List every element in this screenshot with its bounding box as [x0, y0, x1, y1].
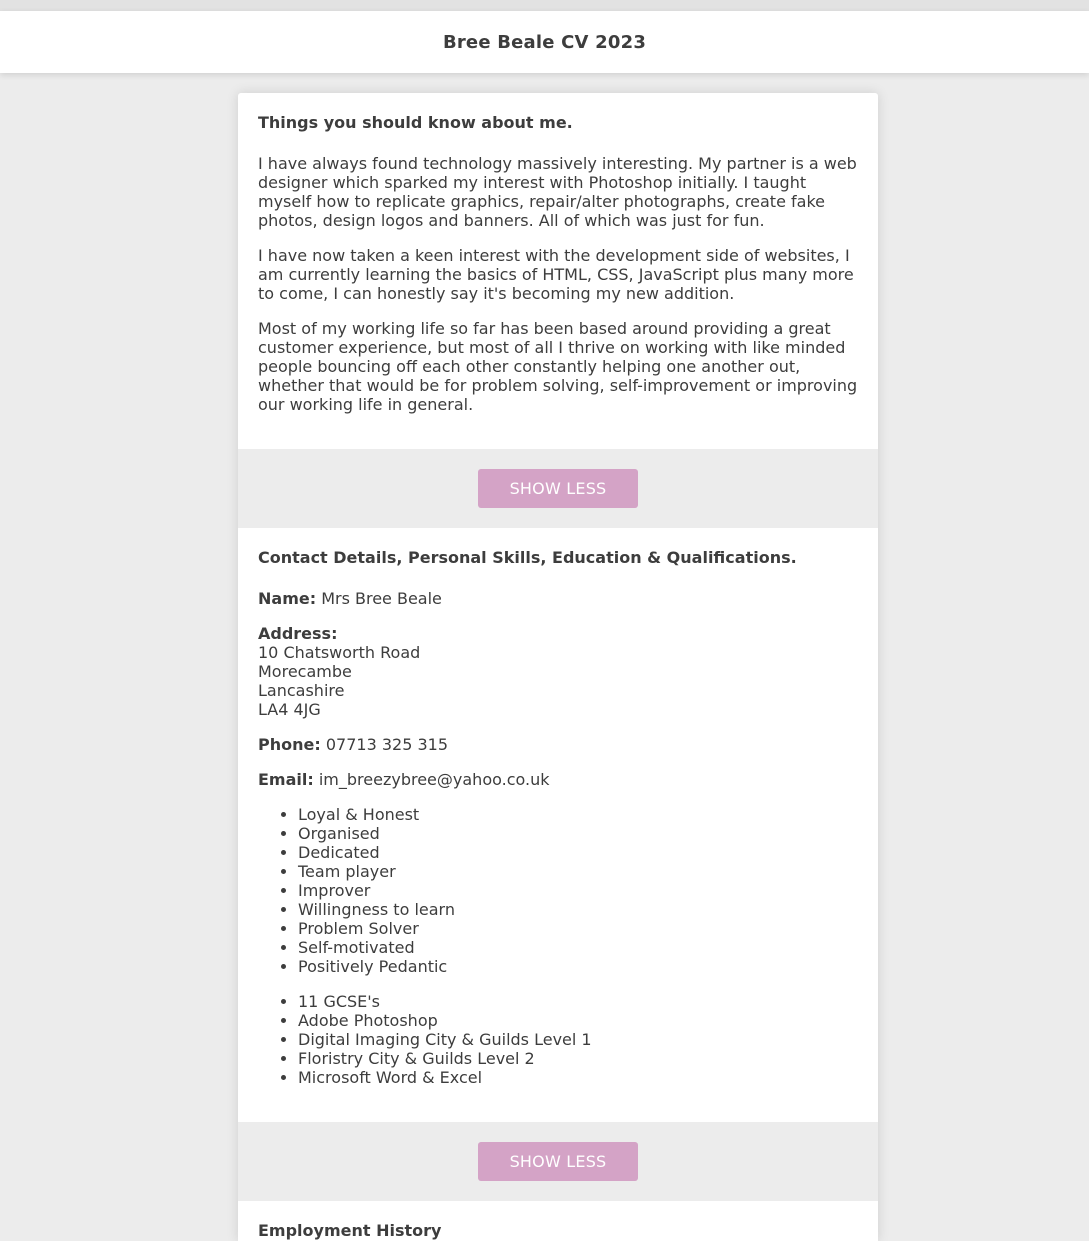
- about-heading: Things you should know about me.: [258, 113, 573, 132]
- address-line: Morecambe: [258, 662, 352, 681]
- email-label: Email:: [258, 770, 314, 789]
- qualification-item: Microsoft Word & Excel: [298, 1068, 858, 1087]
- email-value: im_breezybree@yahoo.co.uk: [318, 770, 550, 789]
- address-line: LA4 4JG: [258, 700, 321, 719]
- name-label: Name:: [258, 589, 317, 608]
- qualification-item: Floristry City & Guilds Level 2: [298, 1049, 858, 1068]
- email-row: Email: im_breezybree@yahoo.co.uk: [258, 770, 858, 789]
- contact-card: Contact Details, Personal Skills, Educat…: [238, 528, 878, 1122]
- skills-list: Loyal & Honest Organised Dedicated Team …: [258, 805, 858, 976]
- cv-column: Things you should know about me. I have …: [238, 93, 878, 1241]
- name-value: Mrs Bree Beale: [321, 589, 442, 608]
- top-strip: [0, 0, 1089, 11]
- phone-row: Phone: 07713 325 315: [258, 735, 858, 754]
- about-paragraph: Most of my working life so far has been …: [258, 319, 858, 414]
- address-label: Address:: [258, 624, 338, 643]
- qualification-item: 11 GCSE's: [298, 992, 858, 1011]
- skill-item: Dedicated: [298, 843, 858, 862]
- name-row: Name: Mrs Bree Beale: [258, 589, 858, 608]
- qualifications-list: 11 GCSE's Adobe Photoshop Digital Imagin…: [258, 992, 858, 1087]
- employment-card: Employment History: [238, 1201, 878, 1241]
- skill-item: Organised: [298, 824, 858, 843]
- address-block: Address: 10 Chatsworth Road Morecambe La…: [258, 624, 858, 719]
- phone-label: Phone:: [258, 735, 321, 754]
- skill-item: Team player: [298, 862, 858, 881]
- employment-heading: Employment History: [258, 1221, 442, 1240]
- about-toggle-band: SHOW LESS: [238, 449, 878, 528]
- contact-heading: Contact Details, Personal Skills, Educat…: [258, 548, 797, 567]
- qualification-item: Adobe Photoshop: [298, 1011, 858, 1030]
- about-paragraph: I have always found technology massively…: [258, 154, 857, 230]
- address-line: Lancashire: [258, 681, 345, 700]
- skill-item: Willingness to learn: [298, 900, 858, 919]
- phone-value: 07713 325 315: [325, 735, 448, 754]
- contact-toggle-band: SHOW LESS: [238, 1122, 878, 1201]
- skill-item: Self-motivated: [298, 938, 858, 957]
- about-paragraph: I have now taken a keen interest with th…: [258, 246, 854, 303]
- page-title: Bree Beale CV 2023: [442, 31, 647, 53]
- page-header: Bree Beale CV 2023: [0, 11, 1089, 73]
- about-card: Things you should know about me. I have …: [238, 93, 878, 449]
- skill-item: Loyal & Honest: [298, 805, 858, 824]
- about-show-less-button[interactable]: SHOW LESS: [478, 469, 638, 508]
- address-line: 10 Chatsworth Road: [258, 643, 421, 662]
- skill-item: Improver: [298, 881, 858, 900]
- qualification-item: Digital Imaging City & Guilds Level 1: [298, 1030, 858, 1049]
- skill-item: Problem Solver: [298, 919, 858, 938]
- skill-item: Positively Pedantic: [298, 957, 858, 976]
- contact-show-less-button[interactable]: SHOW LESS: [478, 1142, 638, 1181]
